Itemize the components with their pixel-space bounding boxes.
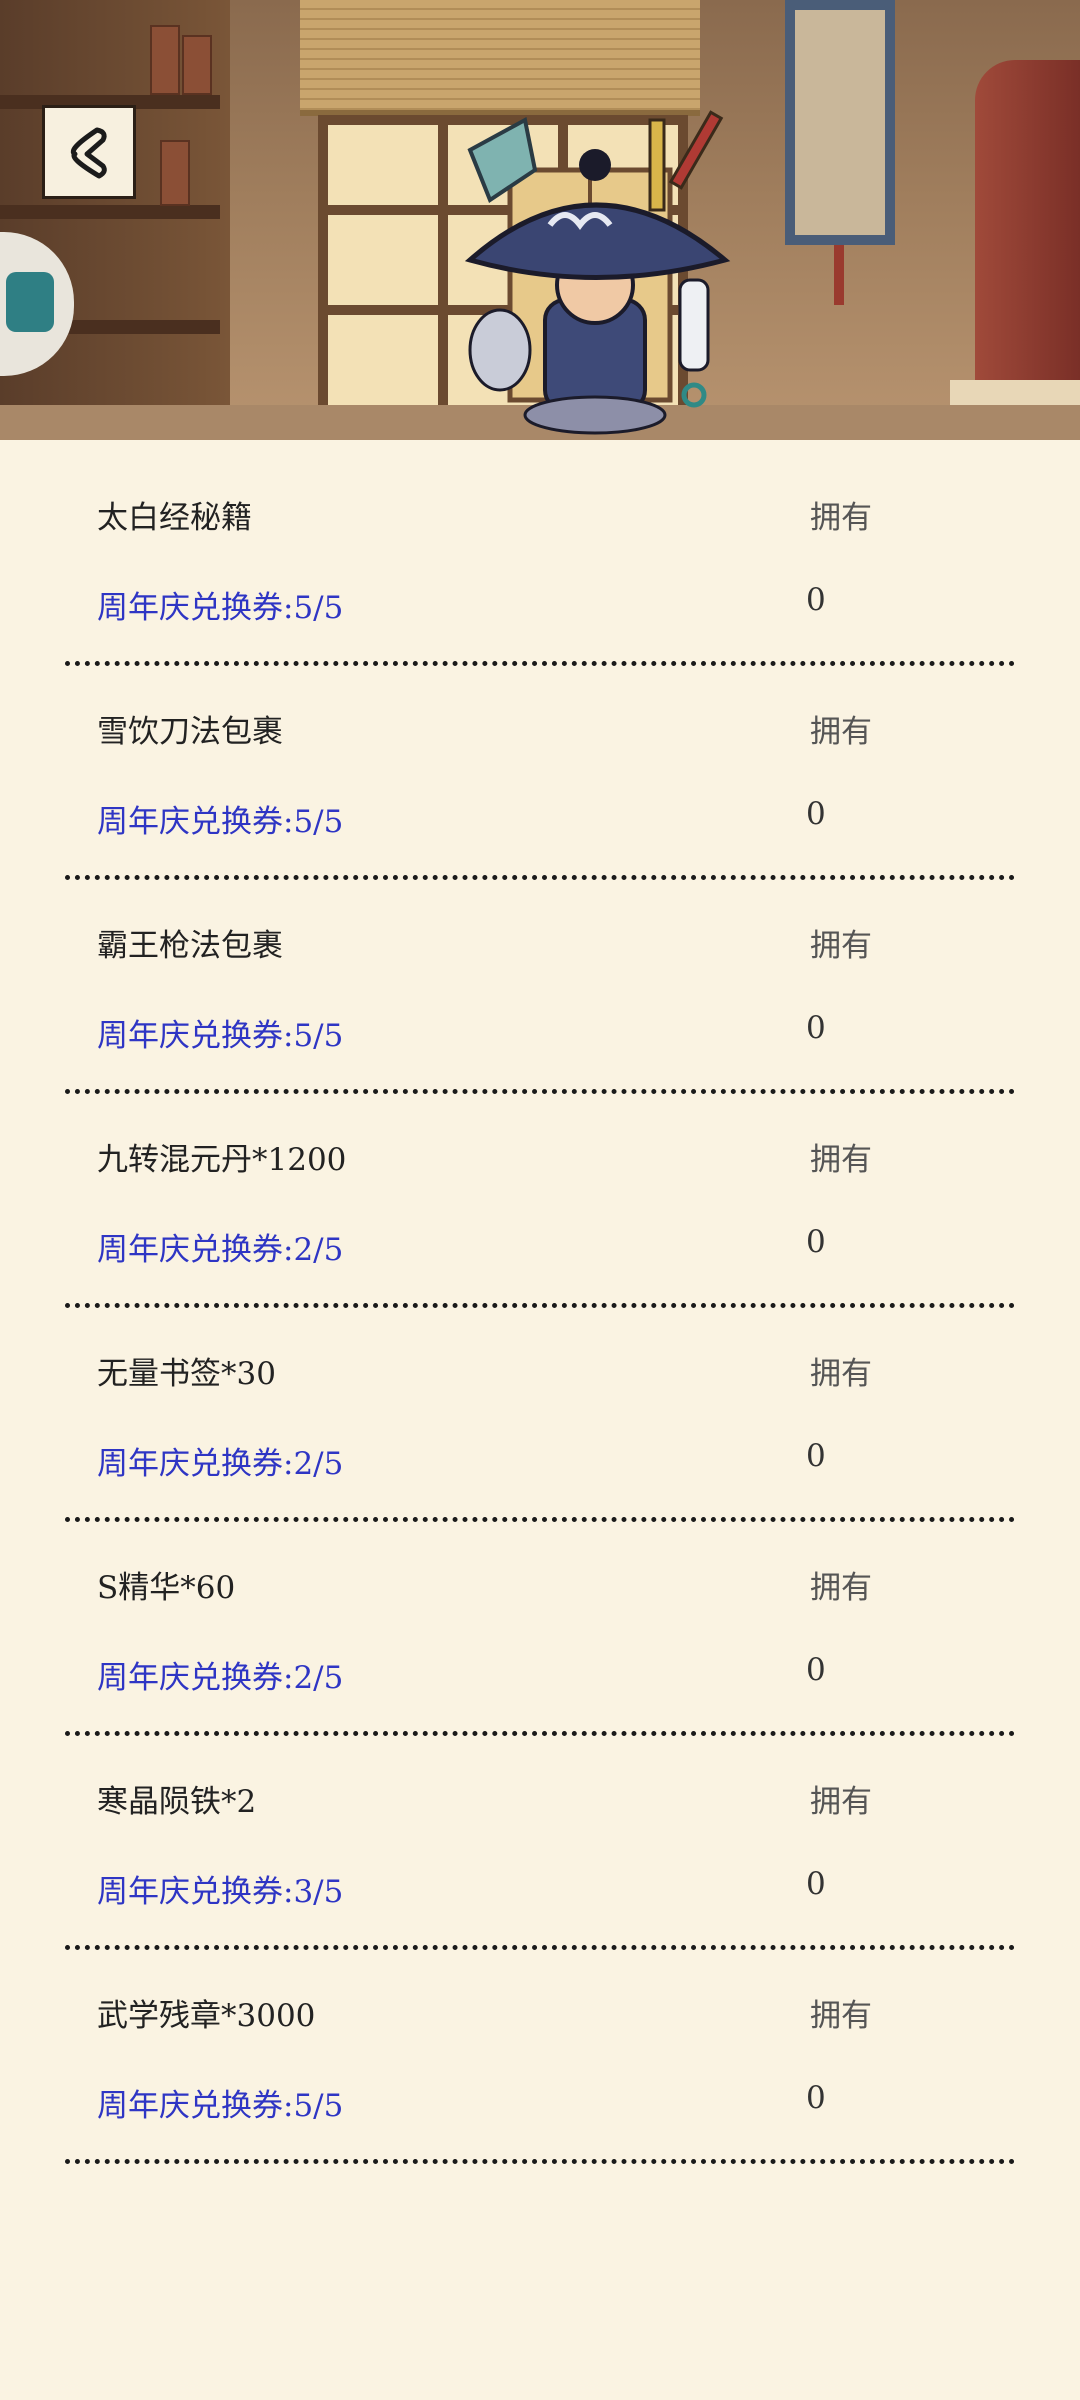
exchange-cost: 周年庆兑换券:3/5	[97, 1874, 344, 1910]
chevron-left-icon	[70, 127, 107, 179]
owned-count: 0	[806, 582, 826, 618]
window-blind	[300, 0, 700, 116]
exchange-cost: 周年庆兑换券:2/5	[97, 1232, 344, 1268]
exchange-cost: 周年庆兑换券:5/5	[97, 2088, 344, 2124]
owned-count: 0	[806, 796, 826, 832]
owned-count: 0	[806, 2080, 826, 2116]
list-item[interactable]: 武学残章*3000 拥有 周年庆兑换券:5/5 0	[0, 1938, 1080, 2164]
menu-icon	[6, 272, 54, 332]
list-item[interactable]: 九转混元丹*1200 拥有 周年庆兑换券:2/5 0	[0, 1082, 1080, 1308]
wall-painting	[785, 0, 895, 245]
back-button[interactable]	[42, 105, 136, 199]
list-item[interactable]: S精华*60 拥有 周年庆兑换券:2/5 0	[0, 1510, 1080, 1736]
list-item[interactable]: 太白经秘籍 拥有 周年庆兑换券:5/5 0	[0, 440, 1080, 666]
list-item[interactable]: 雪饮刀法包裹 拥有 周年庆兑换券:5/5 0	[0, 654, 1080, 880]
owned-label: 拥有	[810, 714, 872, 750]
merchant-character	[464, 110, 731, 435]
list-item[interactable]: 无量书签*30 拥有 周年庆兑换券:2/5 0	[0, 1296, 1080, 1522]
owned-count: 0	[806, 1010, 826, 1046]
list-item[interactable]: 寒晶陨铁*2 拥有 周年庆兑换券:3/5 0	[0, 1724, 1080, 1950]
exchange-list: 太白经秘籍 拥有 周年庆兑换券:5/5 0 雪饮刀法包裹 拥有 周年庆兑换券:5…	[0, 440, 1080, 2164]
item-name: 武学残章*3000	[97, 1998, 316, 2034]
owned-label: 拥有	[810, 1356, 872, 1392]
owned-label: 拥有	[810, 500, 872, 536]
exchange-cost: 周年庆兑换券:5/5	[97, 804, 344, 840]
owned-label: 拥有	[810, 1784, 872, 1820]
dotted-divider	[65, 2159, 1015, 2164]
item-name: 无量书签*30	[97, 1356, 276, 1392]
list-item[interactable]: 霸王枪法包裹 拥有 周年庆兑换券:5/5 0	[0, 868, 1080, 1094]
item-name: 九转混元丹*1200	[97, 1142, 347, 1178]
item-name: 霸王枪法包裹	[97, 928, 283, 964]
exchange-cost: 周年庆兑换券:2/5	[97, 1660, 344, 1696]
item-name: S精华*60	[97, 1570, 236, 1606]
exchange-cost: 周年庆兑换券:2/5	[97, 1446, 344, 1482]
item-name: 寒晶陨铁*2	[97, 1784, 257, 1820]
owned-label: 拥有	[810, 1142, 872, 1178]
owned-count: 0	[806, 1866, 826, 1902]
owned-count: 0	[806, 1652, 826, 1688]
owned-count: 0	[806, 1224, 826, 1260]
owned-count: 0	[806, 1438, 826, 1474]
bookshelf	[0, 0, 230, 440]
exchange-cost: 周年庆兑换券:5/5	[97, 1018, 344, 1054]
item-name: 太白经秘籍	[97, 500, 252, 536]
owned-label: 拥有	[810, 928, 872, 964]
header-scene	[0, 0, 1080, 440]
owned-label: 拥有	[810, 1998, 872, 2034]
owned-label: 拥有	[810, 1570, 872, 1606]
exchange-cost: 周年庆兑换券:5/5	[97, 590, 344, 626]
item-name: 雪饮刀法包裹	[97, 714, 283, 750]
tassel	[834, 245, 844, 305]
